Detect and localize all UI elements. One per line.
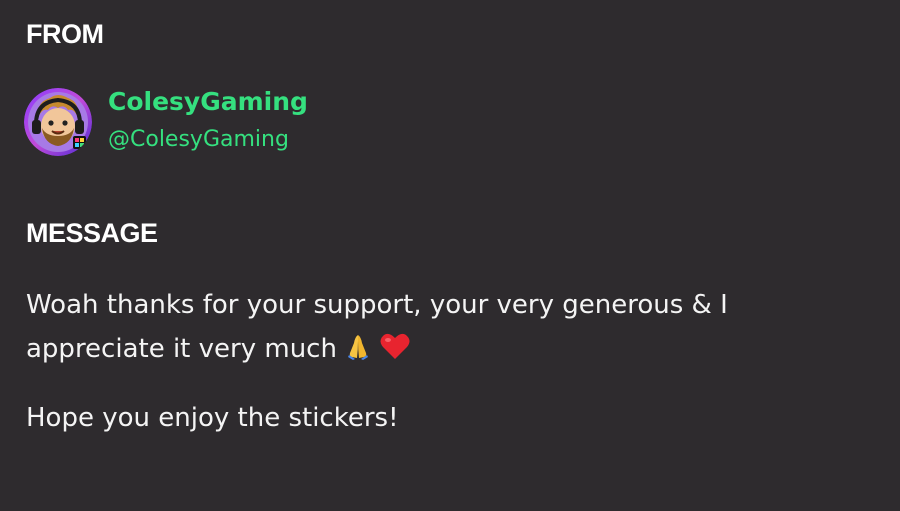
folded-hands-icon (343, 331, 373, 361)
message-paragraph-1: Woah thanks for your support, your very … (26, 283, 846, 371)
red-heart-icon (379, 331, 411, 361)
cartoon-gamer-avatar-icon (24, 88, 92, 156)
sender-card: ColesyGaming @ColesyGaming (24, 87, 308, 156)
message-body: Woah thanks for your support, your very … (26, 283, 846, 440)
sender-display-name: ColesyGaming (108, 87, 308, 116)
message-label: MESSAGE (26, 218, 158, 248)
message-line-2: Hope you enjoy the stickers! (26, 403, 399, 433)
avatar (24, 88, 92, 156)
sender-handle: @ColesyGaming (108, 127, 289, 152)
from-label: FROM (26, 19, 104, 49)
message-line-1: Woah thanks for your support, your very … (26, 290, 728, 364)
